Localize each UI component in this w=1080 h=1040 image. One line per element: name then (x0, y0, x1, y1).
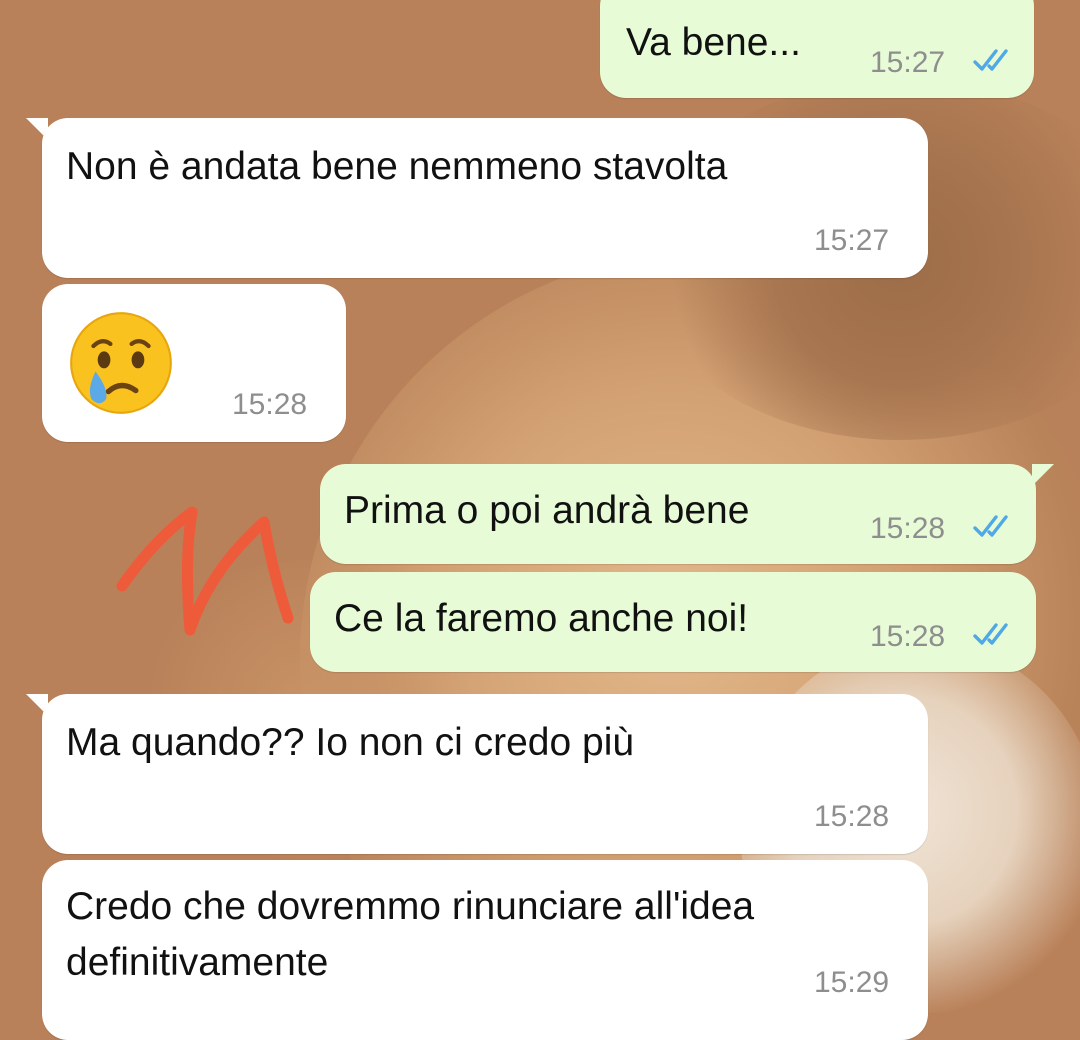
message-bubble-incoming[interactable]: Credo che dovremmo rinunciare all'idea d… (42, 860, 928, 1040)
double-check-icon (973, 623, 1008, 645)
message-bubble-outgoing[interactable]: Va bene... 15:27 (600, 0, 1052, 98)
message-text-line: Credo che dovremmo rinunciare all'idea (66, 885, 755, 928)
message-bubble-outgoing[interactable]: Prima o poi andrà bene 15:28 (320, 464, 1054, 564)
message-bubble-incoming[interactable]: Non è andata bene nemmeno stavolta 15:27 (26, 118, 928, 278)
crying-face-emoji-icon (70, 312, 172, 414)
message-bubble-incoming[interactable]: Ma quando?? Io non ci credo più 15:28 (26, 694, 928, 854)
bubble-tail (1032, 464, 1054, 486)
message-bubble-outgoing[interactable]: Ce la faremo anche noi! 15:28 (310, 572, 1036, 672)
message-timestamp: 15:28 (232, 388, 308, 421)
message-text-line: definitivamente (66, 941, 329, 984)
double-check-icon (973, 515, 1008, 537)
bubble-tail (1030, 0, 1052, 2)
bubble-tail (26, 694, 48, 716)
message-timestamp: 15:29 (814, 966, 890, 999)
message-text: Non è andata bene nemmeno stavolta (66, 145, 728, 188)
message-bubble-incoming[interactable]: 15:28 (42, 284, 346, 442)
message-timestamp: 15:28 (870, 512, 946, 545)
message-timestamp: 15:28 (870, 620, 946, 653)
double-check-icon (973, 49, 1008, 71)
message-timestamp: 15:28 (814, 800, 890, 833)
message-text: Ce la faremo anche noi! (334, 597, 749, 640)
message-text: Prima o poi andrà bene (344, 489, 750, 532)
scribble-annotation (116, 506, 294, 636)
message-timestamp: 15:27 (814, 224, 890, 257)
message-text: Ma quando?? Io non ci credo più (66, 721, 635, 764)
message-text: Va bene... (626, 21, 801, 64)
bubble-tail (26, 118, 48, 140)
message-timestamp: 15:27 (870, 46, 946, 79)
